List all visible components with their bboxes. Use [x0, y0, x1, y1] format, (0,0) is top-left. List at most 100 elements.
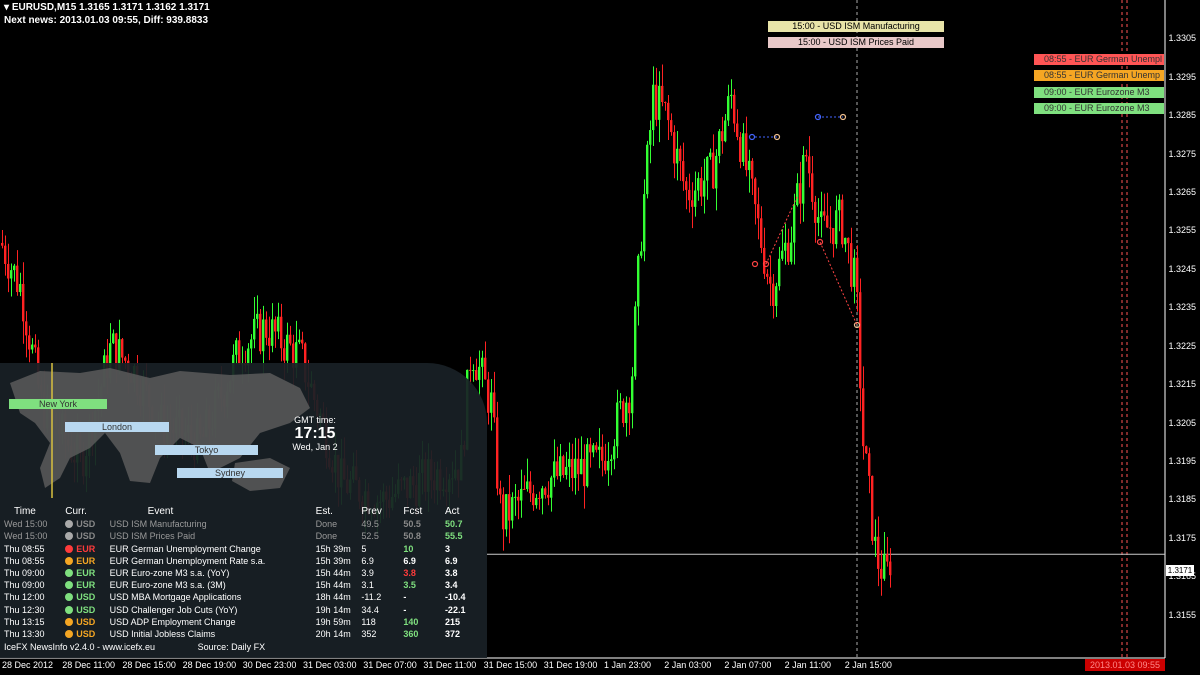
candle-body — [547, 494, 550, 498]
col-time: Time — [14, 506, 36, 518]
time-tick-label: 31 Dec 03:00 — [303, 660, 357, 670]
row-prev: 3.9 — [361, 568, 374, 579]
row-prev: 34.4 — [361, 604, 379, 615]
row-prev: 52.5 — [361, 531, 379, 542]
session-bar-tokyo: Tokyo — [155, 445, 258, 455]
price-tick-label: 1.3185 — [1168, 494, 1196, 505]
candle-body — [538, 497, 541, 499]
candle-body — [16, 265, 19, 293]
candle-body — [508, 494, 511, 521]
row-prev: 5 — [361, 543, 367, 554]
candle-body — [835, 210, 838, 245]
candle-body — [808, 156, 811, 174]
candle-body — [583, 458, 586, 487]
candle-body — [706, 156, 709, 181]
col-est: Est. — [315, 506, 333, 518]
row-currency: EUR — [63, 543, 107, 555]
row-currency: USD — [63, 591, 107, 603]
news-table-row[interactable]: Thu 09:00 EUR EUR Euro-zone M3 s.a. (YoY) 1… — [2, 567, 482, 579]
candle-body — [709, 152, 712, 157]
candle-body — [754, 178, 757, 205]
row-act: 3.8 — [444, 568, 458, 579]
news-table-row[interactable]: Wed 15:00 USD USD ISM Manufacturing Done 49.… — [2, 518, 482, 530]
row-time: Thu 13:30 — [4, 628, 45, 639]
news-table-row[interactable]: Thu 08:55 EUR EUR German Unemployment Chan… — [2, 543, 482, 555]
impact-dot-icon — [65, 544, 74, 553]
row-prev: -11.2 — [361, 592, 382, 603]
row-event: USD Initial Jobless Claims — [109, 628, 216, 639]
candle-body — [526, 481, 529, 489]
candle-body — [298, 339, 301, 343]
col-act: Act — [444, 506, 460, 518]
dropdown-arrow-icon[interactable]: ▾ — [4, 2, 9, 13]
time-tick-label: 31 Dec 15:00 — [483, 660, 538, 670]
version-text: IceFX NewsInfo v2.4.0 - www.icefx.eu — [4, 642, 156, 652]
row-act: 215 — [444, 616, 460, 627]
candle-body — [610, 459, 613, 461]
gmt-time: 17:15 — [294, 425, 336, 442]
candle-body — [883, 554, 886, 579]
row-event: USD ISM Prices Paid — [109, 531, 196, 542]
row-est: 15h 39m — [315, 555, 351, 566]
news-marker-right-4[interactable]: 09:00 - EUR Eurozone M3 — [1034, 103, 1164, 114]
candle-body — [268, 337, 271, 346]
candle-body — [772, 283, 775, 307]
news-marker-ism-prices[interactable]: 15:00 - USD ISM Prices Paid — [768, 37, 944, 48]
candle-body — [838, 199, 841, 211]
candle-body — [811, 173, 814, 202]
session-bar-new-york: New York — [9, 399, 107, 409]
news-table-row[interactable]: Thu 13:30 USD USD Initial Jobless Claims 20… — [2, 628, 482, 640]
candle-body — [517, 496, 520, 501]
news-marker-right-2[interactable]: 08:55 - EUR German Unemp — [1034, 70, 1164, 81]
candle-body — [769, 276, 772, 284]
candle-body — [751, 160, 754, 179]
row-time: Thu 08:55 — [4, 543, 45, 554]
row-est: 15h 44m — [315, 580, 351, 591]
candle-body — [616, 402, 619, 447]
candle-body — [685, 181, 688, 190]
next-news-info: Next news: 2013.01.03 09:55, Diff: 939.8… — [4, 15, 209, 26]
candle-body — [712, 152, 715, 189]
trade-marker-icon — [751, 260, 759, 268]
candle-body — [823, 211, 826, 216]
impact-dot-icon — [65, 532, 74, 541]
news-marker-ism-manufacturing[interactable]: 15:00 - USD ISM Manufacturing — [768, 21, 944, 32]
candle-body — [541, 488, 544, 499]
candle-body — [22, 283, 25, 322]
price-tick-label: 1.3285 — [1168, 110, 1196, 121]
impact-dot-icon — [65, 593, 74, 602]
row-act: 3.4 — [444, 580, 458, 591]
news-table-row[interactable]: Thu 12:00 USD USD MBA Mortgage Application… — [2, 591, 482, 603]
news-table-row[interactable]: Wed 15:00 USD USD ISM Prices Paid Done 52.5 5… — [2, 530, 482, 542]
session-bar-london: London — [65, 422, 169, 432]
news-table: Time Curr. Event Est. Prev Fcst Act Wed … — [2, 506, 482, 640]
candle-body — [274, 319, 277, 332]
price-tick-label: 1.3275 — [1168, 148, 1196, 159]
candle-body — [496, 417, 499, 489]
candle-body — [799, 183, 802, 204]
candle-body — [604, 460, 607, 471]
news-marker-right-1[interactable]: 08:55 - EUR German Unempl — [1034, 54, 1164, 65]
candle-body — [859, 292, 862, 389]
candle-body — [559, 456, 562, 477]
candle-body — [826, 215, 829, 228]
candle-body — [694, 190, 697, 207]
candle-body — [889, 561, 892, 576]
candle-body — [682, 161, 685, 182]
candle-body — [511, 497, 514, 521]
candle-body — [577, 458, 580, 475]
news-table-row[interactable]: Thu 13:15 USD USD ADP Employment Change 19h… — [2, 616, 482, 628]
candle-body — [817, 217, 820, 223]
row-fcst: - — [403, 604, 407, 615]
candle-body — [829, 227, 832, 229]
price-tick-label: 1.3225 — [1168, 340, 1196, 351]
candle-body — [550, 477, 553, 498]
news-table-row[interactable]: Thu 08:55 EUR EUR German Unemployment Rate… — [2, 555, 482, 567]
row-event: USD Challenger Job Cuts (YoY) — [109, 604, 238, 615]
news-marker-right-3[interactable]: 09:00 - EUR Eurozone M3 — [1034, 87, 1164, 98]
news-table-row[interactable]: Thu 12:30 USD USD Challenger Job Cuts (YoY… — [2, 604, 482, 616]
candle-body — [691, 200, 694, 207]
candle-body — [634, 306, 637, 377]
news-table-row[interactable]: Thu 09:00 EUR EUR Euro-zone M3 s.a. (3M) 15… — [2, 579, 482, 591]
col-fcst: Fcst — [403, 506, 423, 518]
